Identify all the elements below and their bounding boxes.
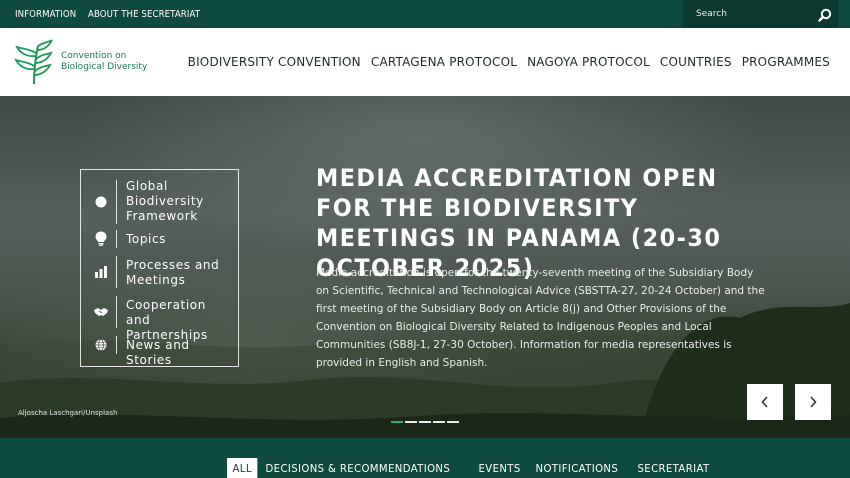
nav-countries[interactable]: COUNTRIES bbox=[660, 55, 732, 69]
lightbulb-icon bbox=[93, 230, 109, 246]
handshake-icon bbox=[93, 304, 109, 320]
top-bar: INFORMATION ABOUT THE SECRETARIAT bbox=[0, 0, 850, 28]
slide-dot[interactable] bbox=[433, 421, 445, 423]
separator bbox=[116, 296, 117, 328]
photo-credit: Aljoscha Laschgari/Unsplash bbox=[18, 409, 118, 417]
tab-decisions-recommendations[interactable]: DECISIONS & RECOMMENDATIONS bbox=[260, 458, 456, 478]
separator bbox=[116, 256, 117, 288]
logo-line-1: Convention on bbox=[61, 51, 127, 61]
tab-label: ALL bbox=[232, 462, 252, 475]
globe-icon bbox=[93, 337, 109, 353]
content-tabs: ALL DECISIONS & RECOMMENDATIONS EVENTS NOTI… bbox=[227, 458, 723, 478]
chevron-right-icon bbox=[810, 396, 817, 408]
search-input[interactable] bbox=[683, 9, 808, 19]
about-secretariat-link[interactable]: ABOUT THE SECRETARIAT bbox=[88, 9, 200, 20]
quick-nav-box: Global Biodiversity Framework Topics Pro… bbox=[80, 169, 239, 367]
slide-dot[interactable] bbox=[447, 421, 459, 423]
slide-indicators bbox=[391, 421, 459, 423]
nav-nagoya-protocol[interactable]: NAGOYA PROTOCOL bbox=[527, 55, 650, 69]
search-icon[interactable] bbox=[818, 7, 832, 22]
tab-label: NOTIFICATIONS bbox=[535, 462, 619, 475]
quick-nav-label: Topics bbox=[126, 232, 167, 246]
separator bbox=[116, 180, 117, 224]
nav-cartagena-protocol[interactable]: CARTAGENA PROTOCOL bbox=[371, 55, 517, 69]
slide-dot[interactable] bbox=[391, 421, 403, 423]
search-box bbox=[683, 0, 838, 28]
slide-dot[interactable] bbox=[405, 421, 417, 423]
tab-secretariat[interactable]: SECRETARIAT bbox=[632, 458, 715, 478]
tab-notifications[interactable]: NOTIFICATIONS bbox=[530, 458, 624, 478]
next-slide-button[interactable] bbox=[795, 384, 831, 420]
nav-biodiversity-convention[interactable]: BIODIVERSITY CONVENTION bbox=[188, 55, 361, 69]
quick-nav-label: Global Biodiversity Framework bbox=[126, 179, 204, 223]
quick-nav-label: Processes and Meetings bbox=[126, 258, 220, 287]
tab-events[interactable]: EVENTS bbox=[473, 458, 526, 478]
tab-label: SECRETARIAT bbox=[637, 462, 710, 475]
quick-nav-label: News and Stories bbox=[126, 338, 190, 367]
tab-label: DECISIONS & RECOMMENDATIONS bbox=[265, 462, 451, 475]
nav-programmes[interactable]: PROGRAMMES bbox=[742, 55, 830, 69]
site-header: Convention on Biological Diversity BIODI… bbox=[0, 28, 850, 96]
logo-text: Convention on Biological Diversity bbox=[61, 51, 147, 73]
chevron-left-icon bbox=[761, 396, 768, 408]
slide-summary: Media accreditation is open for the twen… bbox=[316, 267, 765, 369]
quick-nav-label: Cooperation and Partnerships bbox=[126, 298, 208, 342]
main-nav: BIODIVERSITY CONVENTION CARTAGENA PROTOC… bbox=[188, 28, 830, 96]
cbd-logo[interactable]: Convention on Biological Diversity bbox=[14, 38, 147, 86]
information-link[interactable]: INFORMATION bbox=[15, 9, 76, 20]
utility-links: INFORMATION ABOUT THE SECRETARIAT bbox=[15, 0, 219, 28]
separator bbox=[116, 336, 117, 354]
circle-icon bbox=[93, 194, 109, 210]
slide-dot[interactable] bbox=[419, 421, 431, 423]
leaf-logo-icon bbox=[14, 39, 53, 85]
bar-chart-icon bbox=[93, 264, 109, 280]
logo-line-2: Biological Diversity bbox=[61, 62, 148, 72]
previous-slide-button[interactable] bbox=[747, 384, 783, 420]
tab-label: EVENTS bbox=[478, 462, 521, 475]
separator bbox=[116, 230, 117, 248]
hero-carousel: Global Biodiversity Framework Topics Pro… bbox=[0, 96, 850, 438]
content-tabs-bar: ALL DECISIONS & RECOMMENDATIONS EVENTS NOTI… bbox=[0, 438, 850, 478]
tab-all[interactable]: ALL bbox=[227, 458, 258, 478]
